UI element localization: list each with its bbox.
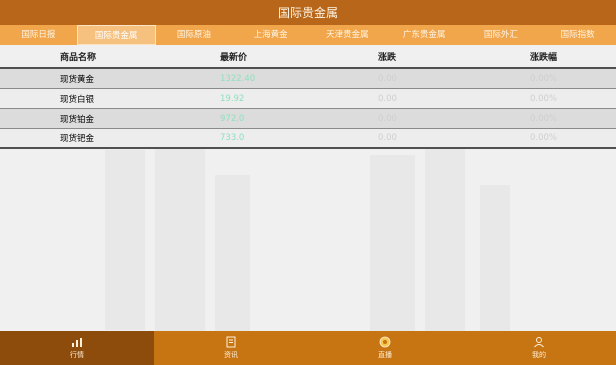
tab-shanghai-gold[interactable]: 上海黄金 <box>232 25 309 45</box>
cell-latest: 972.0 <box>220 113 245 124</box>
cell-change: 0.00 <box>378 93 397 104</box>
header-change-pct: 涨跌幅 <box>530 52 558 63</box>
coin-icon <box>379 336 391 348</box>
cell-change-pct: 0.00% <box>530 73 558 84</box>
cell-latest: 19.92 <box>220 93 245 104</box>
cell-latest: 1322.40 <box>220 73 256 84</box>
cell-latest: 733.0 <box>220 133 245 143</box>
cell-name: 现货铂金 <box>60 114 95 125</box>
cell-name: 现货白银 <box>60 94 95 105</box>
cell-change-pct: 0.00% <box>530 133 558 143</box>
nav-live-label: 直播 <box>378 351 392 359</box>
header-latest: 最新价 <box>220 52 248 63</box>
nav-market-label: 行情 <box>70 351 84 359</box>
header-name: 商品名称 <box>60 52 97 63</box>
category-tabs: 国际日报 国际贵金属 国际原油 上海黄金 天津贵金属 广东贵金属 国际外汇 国际… <box>0 25 616 45</box>
cell-name: 现货黄金 <box>60 74 95 85</box>
chart-icon <box>72 338 82 347</box>
cell-change: 0.00 <box>378 133 397 143</box>
tab-guangdong-metals[interactable]: 广东贵金属 <box>386 25 463 45</box>
nav-news-label: 资讯 <box>224 351 238 359</box>
nav-profile[interactable]: 我的 <box>462 331 616 365</box>
cell-change-pct: 0.00% <box>530 113 558 124</box>
tab-precious-metals[interactable]: 国际贵金属 <box>76 25 156 45</box>
table-header: 商品名称 最新价 涨跌 涨跌幅 <box>0 45 616 69</box>
tab-tianjin-metals[interactable]: 天津贵金属 <box>309 25 386 45</box>
nav-news[interactable]: 资讯 <box>154 331 308 365</box>
table-row[interactable]: 现货黄金 1322.40 0.00 0.00% <box>0 69 616 89</box>
header-change: 涨跌 <box>378 52 397 63</box>
tab-indices[interactable]: 国际指数 <box>539 25 616 45</box>
cell-name: 现货钯金 <box>60 134 95 144</box>
table-row[interactable]: 现货白银 19.92 0.00 0.00% <box>0 89 616 109</box>
cell-change: 0.00 <box>378 113 397 124</box>
table-row[interactable]: 现货钯金 733.0 0.00 0.00% <box>0 129 616 149</box>
user-icon <box>534 337 544 348</box>
nav-market[interactable]: 行情 <box>0 331 154 365</box>
cell-change-pct: 0.00% <box>530 93 558 104</box>
quotes-panel: 商品名称 最新价 涨跌 涨跌幅 现货黄金 1322.40 0.00 0.00% … <box>0 45 616 331</box>
tab-crude-oil[interactable]: 国际原油 <box>156 25 233 45</box>
document-icon <box>226 336 236 348</box>
nav-live[interactable]: 直播 <box>308 331 462 365</box>
table-row[interactable]: 现货铂金 972.0 0.00 0.00% <box>0 109 616 129</box>
window-title: 国际贵金属 <box>0 0 616 25</box>
bottom-nav: 行情 资讯 直播 我的 <box>0 331 616 365</box>
tab-forex[interactable]: 国际外汇 <box>463 25 540 45</box>
cell-change: 0.00 <box>378 73 397 84</box>
nav-profile-label: 我的 <box>532 351 546 359</box>
tab-international-daily[interactable]: 国际日报 <box>0 25 77 45</box>
